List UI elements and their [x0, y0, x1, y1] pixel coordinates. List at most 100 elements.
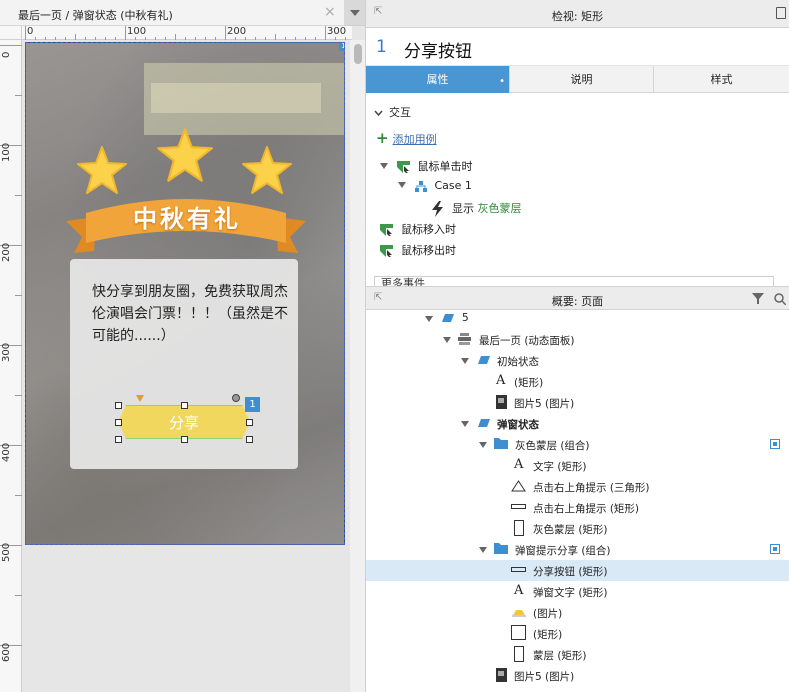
horizontal-ruler-ticks	[25, 26, 346, 40]
widget-name-field[interactable]: 分享按钮	[404, 37, 472, 62]
expand-triangle-icon	[443, 337, 451, 343]
vruler-label-300: 300	[1, 342, 12, 362]
outline-row-gray-mask-rect[interactable]: 灰色蒙层 (矩形)	[366, 518, 789, 539]
filter-icon[interactable]	[752, 293, 766, 305]
horizontal-ruler: 0 100 200 300	[22, 26, 352, 40]
outline-title: 概要: 页面	[551, 295, 604, 308]
canvas-panel: 最后一页 / 弹窗状态 (中秋有礼) × 0 100 200 300 0 100…	[0, 0, 366, 692]
resize-handle[interactable]	[246, 419, 253, 426]
vruler-label-600: 600	[1, 642, 12, 662]
vruler-label-400: 400	[1, 442, 12, 462]
rectangle-shape-icon	[511, 625, 526, 640]
star-icon	[77, 146, 127, 194]
outline-row-state-initial[interactable]: 初始状态	[366, 350, 789, 371]
expand-triangle-icon	[425, 316, 433, 322]
star-icon	[242, 146, 292, 194]
outline-row-label: 初始状态	[497, 356, 539, 368]
state-icon	[478, 356, 490, 364]
rectangle-shape-icon	[514, 646, 524, 662]
event-mouse-leave[interactable]: 鼠标移出时	[380, 242, 456, 258]
resize-handle[interactable]	[115, 402, 122, 409]
tab-properties[interactable]: 属性 •	[366, 66, 510, 93]
hruler-label-300: 300	[327, 26, 347, 37]
tab-notes[interactable]: 说明	[510, 66, 654, 93]
popup-text: 快分享到朋友圈，免费获取周杰伦演唱会门票！！！（虽然是不可能的......）	[92, 284, 288, 344]
outline-panel: ⇱ 概要: 页面 5 最后一页 (动态面板) 初始状态 A (矩形) 图片5 (…	[366, 286, 789, 692]
inspector-title: 检视: 矩形	[551, 10, 604, 23]
outline-row-state-popup[interactable]: 弹窗状态	[366, 413, 789, 434]
case-1[interactable]: Case 1	[398, 179, 472, 192]
outline-row-hint-rect[interactable]: 点击右上角提示 (矩形)	[366, 497, 789, 518]
outline-row-popup-text[interactable]: A 弹窗文字 (矩形)	[366, 581, 789, 602]
resize-handle[interactable]	[115, 436, 122, 443]
resize-handle[interactable]	[246, 436, 253, 443]
resize-handle[interactable]	[181, 436, 188, 443]
search-icon[interactable]	[774, 293, 786, 305]
outline-row-label: 弹窗提示分享 (组合)	[515, 545, 611, 557]
outline-row-rect-text[interactable]: A (矩形)	[366, 371, 789, 392]
rotation-handle[interactable]	[232, 394, 240, 402]
outline-row-label: 文字 (矩形)	[533, 461, 587, 473]
resize-handle[interactable]	[181, 402, 188, 409]
action-show[interactable]: 显示 灰色蒙层	[432, 200, 522, 217]
dock-panel-icon[interactable]	[776, 7, 786, 19]
add-use-case-link[interactable]: + 添加用例	[376, 129, 437, 147]
canvas-vertical-scrollbar[interactable]	[350, 40, 365, 692]
case-1-label: Case 1	[434, 179, 472, 192]
text-widget-icon: A	[514, 457, 524, 472]
hruler-label-100: 100	[127, 26, 147, 37]
outline-row-label: 蒙层 (矩形)	[533, 650, 587, 662]
star-icon	[157, 128, 213, 182]
expand-triangle-icon	[380, 163, 388, 169]
event-mouse-enter[interactable]: 鼠标移入时	[380, 221, 456, 237]
vertical-ruler-ticks	[0, 45, 22, 646]
event-on-click[interactable]: 鼠标单击时	[380, 158, 473, 174]
outline-row-image[interactable]: (图片)	[366, 602, 789, 623]
outline-row-dynamic-panel[interactable]: 最后一页 (动态面板)	[366, 329, 789, 350]
artboard[interactable]: 1 中秋有礼 快分享到朋友圈，免费获取周杰伦演唱会门票！！！（虽然是不可能的..…	[25, 42, 345, 545]
tab-properties-label: 属性	[426, 73, 449, 86]
outline-row-mask-rect[interactable]: 蒙层 (矩形)	[366, 644, 789, 665]
folder-icon	[494, 543, 508, 554]
outline-row-triangle[interactable]: 点击右上角提示 (三角形)	[366, 476, 789, 497]
outline-row-share-group[interactable]: 弹窗提示分享 (组合)	[366, 539, 789, 560]
outline-row-page5[interactable]: 5	[366, 308, 789, 329]
resize-handle[interactable]	[115, 419, 122, 426]
outline-row-gray-mask-group[interactable]: 灰色蒙层 (组合)	[366, 434, 789, 455]
hruler-label-0: 0	[27, 26, 34, 37]
inspector-tabs: 属性 • 说明 样式	[366, 66, 789, 93]
visibility-toggle-icon[interactable]	[770, 544, 780, 554]
vruler-label-200: 200	[1, 242, 12, 262]
plus-icon: +	[376, 129, 389, 147]
action-prefix: 显示	[452, 202, 474, 215]
section-interactions[interactable]: 交互	[374, 104, 411, 120]
folder-icon	[494, 438, 508, 449]
event-mouse-leave-label: 鼠标移出时	[401, 244, 456, 257]
outline-row-label: 点击右上角提示 (三角形)	[533, 482, 650, 494]
outline-row-image5[interactable]: 图片5 (图片)	[366, 392, 789, 413]
outline-row-label: 灰色蒙层 (矩形)	[533, 524, 608, 536]
close-tab-icon[interactable]: ×	[324, 4, 336, 20]
outline-row-text-rect[interactable]: A 文字 (矩形)	[366, 455, 789, 476]
ruler-corner	[0, 26, 22, 40]
case-tree-icon	[414, 180, 427, 192]
mouse-event-icon	[396, 161, 410, 173]
shape-adjust-handle[interactable]	[136, 395, 144, 402]
visibility-toggle-icon[interactable]	[770, 439, 780, 449]
outline-row-rect[interactable]: (矩形)	[366, 623, 789, 644]
outline-row-image5-b[interactable]: 图片5 (图片)	[366, 665, 789, 686]
outline-row-share-button[interactable]: 分享按钮 (矩形)	[366, 560, 789, 581]
share-button-label[interactable]: 分享	[118, 412, 250, 433]
rectangle-shape-icon	[511, 504, 526, 509]
document-tab[interactable]: 最后一页 / 弹窗状态 (中秋有礼) ×	[0, 0, 344, 26]
triangle-shape-icon	[511, 480, 526, 492]
scrollbar-thumb[interactable]	[354, 44, 362, 64]
outline-row-label: 弹窗状态	[497, 419, 539, 431]
interaction-badge[interactable]: 1	[245, 397, 260, 412]
widget-name-row: 1 分享按钮	[366, 28, 789, 66]
expand-triangle-icon	[479, 442, 487, 448]
tab-menu-button[interactable]	[344, 0, 365, 26]
vertical-ruler: 0 100 200 300 400 500 600	[0, 40, 22, 692]
tab-style[interactable]: 样式	[654, 66, 789, 93]
mouse-event-icon	[380, 245, 393, 257]
